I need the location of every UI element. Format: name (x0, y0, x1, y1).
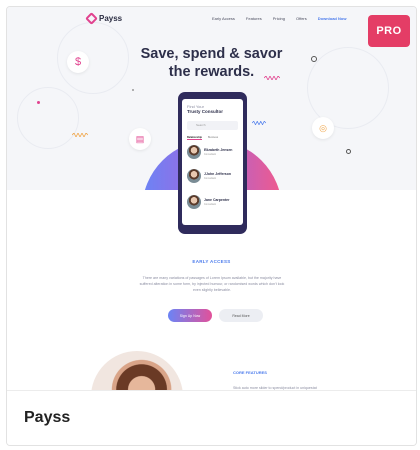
background-shape (17, 87, 79, 149)
template-preview[interactable]: Payss Early Access Features Pricing Offe… (7, 7, 416, 390)
nav-link-features[interactable]: Features (246, 16, 262, 21)
tab-business[interactable]: Business (208, 136, 218, 140)
sign-up-button[interactable]: Sign Up Now (168, 309, 212, 322)
consultant-item[interactable]: JJohn Jefferson Consultant (187, 169, 238, 184)
avatar (187, 145, 201, 159)
logo-icon (85, 12, 98, 25)
nav-link-offers[interactable]: Offers (296, 16, 307, 21)
phone-mockup: Find Your Trusty Consultor Search Relati… (178, 92, 247, 234)
logo-text: Payss (99, 14, 123, 23)
phone-title: Trusty Consultor (187, 109, 224, 114)
squiggle-decoration (264, 76, 280, 80)
early-access-text: There are many variations of passages of… (139, 276, 285, 292)
phone-tabs: Relationship Business (187, 136, 218, 140)
consultant-name: Elizabeth Jensen (204, 148, 233, 152)
pro-badge: PRO (368, 15, 410, 47)
core-features-label: CORE FEATURES (233, 370, 267, 375)
consultant-name: Jane Carpenter (204, 198, 230, 202)
phone-screen: Find Your Trusty Consultor Search Relati… (182, 99, 243, 225)
consultant-role: Consultant (204, 177, 216, 180)
decor-dot (346, 149, 351, 154)
nav-link-early-access[interactable]: Early Access (212, 16, 235, 21)
card-footer: Payss (7, 390, 416, 445)
template-card[interactable]: Payss Early Access Features Pricing Offe… (6, 6, 417, 446)
search-placeholder: Search (196, 123, 206, 127)
early-access-label: EARLY ACCESS (192, 259, 231, 264)
nav-links: Early Access Features Pricing Offers Dow… (212, 16, 346, 21)
template-title[interactable]: Payss (24, 409, 70, 427)
consultant-role: Consultant (204, 203, 216, 206)
consultant-item[interactable]: Elizabeth Jensen Consultant (187, 145, 238, 160)
avatar (187, 169, 201, 183)
decor-dot (37, 101, 40, 104)
squiggle-decoration (252, 121, 266, 125)
nav-link-pricing[interactable]: Pricing (273, 16, 285, 21)
decor-dot (132, 89, 134, 91)
decor-dot (311, 56, 317, 62)
consultant-item[interactable]: Jane Carpenter Consultant (187, 195, 238, 210)
site-logo[interactable]: Payss (85, 12, 123, 25)
dollar-exchange-icon: $ (67, 51, 89, 73)
squiggle-decoration (72, 133, 88, 137)
nav-download-button[interactable]: Download Now (318, 16, 347, 21)
consultant-name: JJohn Jefferson (204, 172, 232, 176)
site-nav: Payss Early Access Features Pricing Offe… (85, 12, 347, 28)
coins-icon: ◎ (312, 117, 334, 139)
receipt-icon: ▤ (129, 128, 151, 150)
consultant-role: Consultant (204, 153, 216, 156)
avatar (187, 195, 201, 209)
read-more-button[interactable]: Read More (219, 309, 263, 322)
phone-search-input[interactable]: Search (187, 121, 238, 130)
tab-relationship[interactable]: Relationship (187, 136, 203, 140)
